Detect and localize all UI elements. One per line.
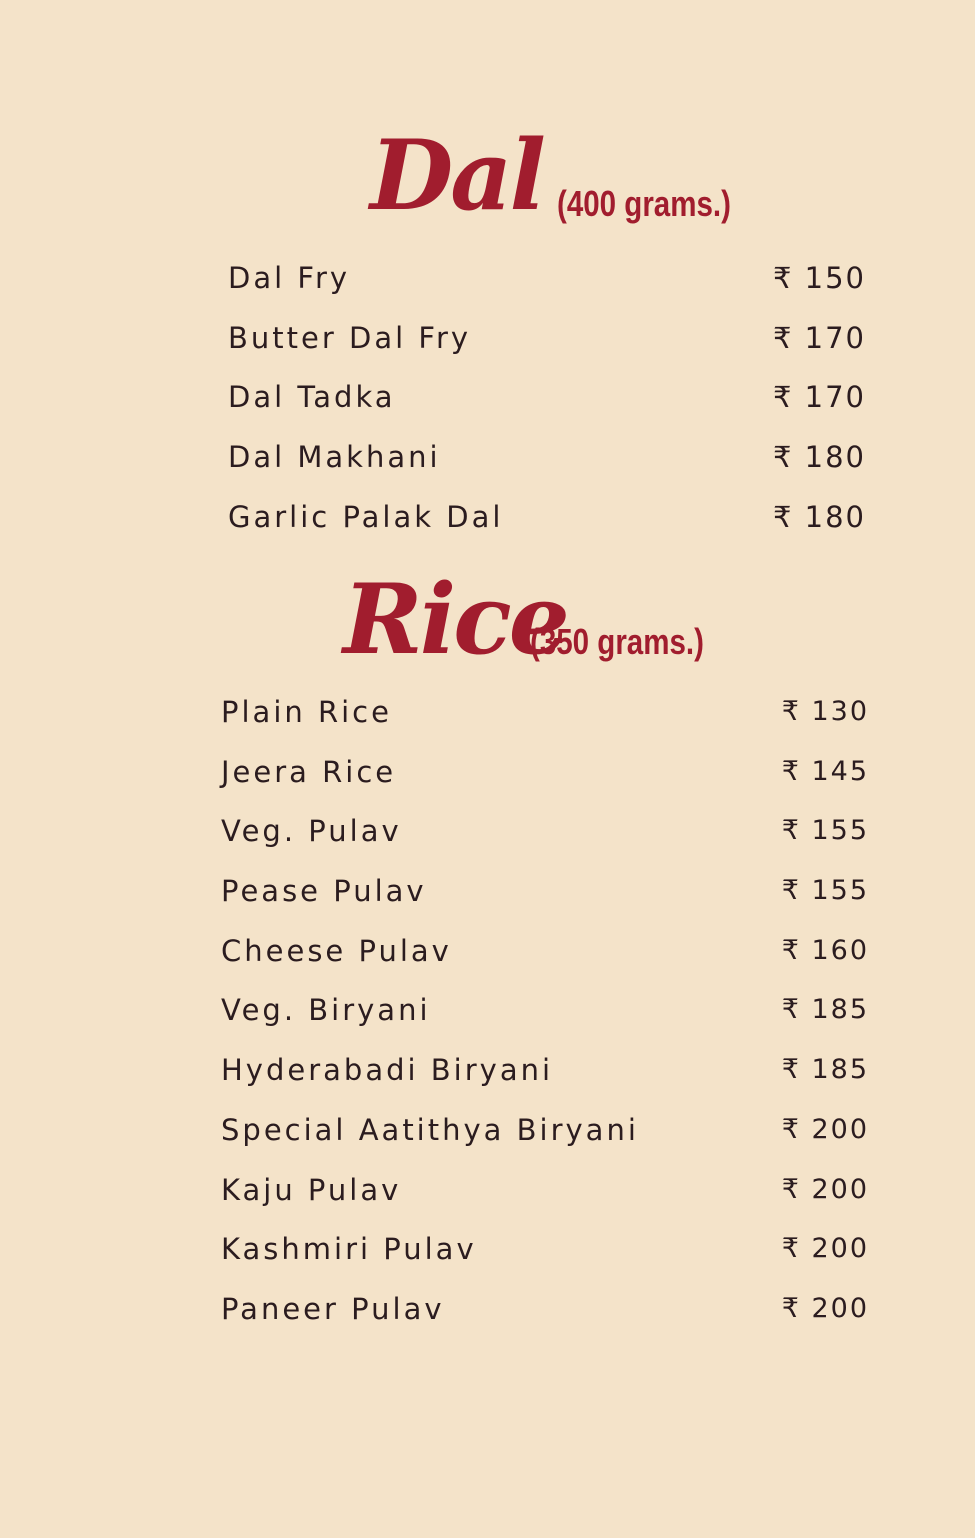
item-name: Dal Fry	[228, 261, 351, 295]
item-price: ₹ 180	[772, 499, 866, 534]
dal-weight: (400 grams.)	[557, 183, 731, 224]
menu-item: Dal Makhani ₹ 180	[228, 440, 866, 500]
rice-section-heading: Rice (350 grams.)	[0, 566, 975, 676]
item-name: Kashmiri Pulav	[221, 1232, 477, 1267]
item-name: Dal Makhani	[228, 440, 441, 475]
menu-item: Butter Dal Fry ₹ 170	[228, 321, 866, 381]
item-name: Cheese Pulav	[221, 933, 452, 968]
item-price: ₹ 155	[781, 875, 869, 907]
item-price: ₹ 185	[781, 1054, 869, 1086]
item-price: ₹ 170	[772, 380, 866, 415]
rice-weight: (350 grams.)	[530, 621, 704, 662]
menu-item: Dal Fry ₹ 150	[228, 261, 866, 321]
item-price: ₹ 155	[781, 815, 869, 847]
item-name: Special Aatithya Biryani	[221, 1112, 639, 1147]
menu-item: Kaju Pulav ₹ 200	[221, 1173, 869, 1233]
item-name: Butter Dal Fry	[228, 320, 472, 355]
menu-item: Garlic Palak Dal ₹ 180	[228, 500, 866, 560]
menu-item: Veg. Pulav ₹ 155	[221, 814, 869, 874]
menu-item: Kashmiri Pulav ₹ 200	[221, 1232, 869, 1292]
item-price: ₹ 185	[781, 994, 869, 1026]
menu-item: Cheese Pulav ₹ 160	[221, 934, 869, 994]
item-name: Garlic Palak Dal	[228, 499, 504, 534]
dal-title: Dal	[370, 119, 546, 232]
item-price: ₹ 180	[772, 440, 866, 475]
item-price: ₹ 200	[781, 1292, 869, 1324]
item-name: Plain Rice	[221, 695, 392, 729]
menu-item: Special Aatithya Biryani ₹ 200	[221, 1113, 869, 1173]
dal-menu-list: Dal Fry ₹ 150 Butter Dal Fry ₹ 170 Dal T…	[228, 261, 866, 559]
menu-item: Pease Pulav ₹ 155	[221, 874, 869, 934]
item-price: ₹ 145	[781, 755, 869, 787]
item-price: ₹ 200	[781, 1233, 869, 1265]
menu-item: Veg. Biryani ₹ 185	[221, 993, 869, 1053]
menu-item: Plain Rice ₹ 130	[221, 695, 869, 755]
menu-item: Jeera Rice ₹ 145	[221, 755, 869, 815]
item-price: ₹ 200	[781, 1173, 869, 1205]
item-price: ₹ 200	[781, 1113, 869, 1145]
item-price: ₹ 130	[781, 696, 869, 727]
item-name: Veg. Pulav	[221, 814, 402, 849]
item-name: Dal Tadka	[228, 380, 396, 415]
item-price: ₹ 170	[772, 320, 866, 355]
item-price: ₹ 160	[781, 934, 869, 966]
item-name: Jeera Rice	[221, 754, 397, 789]
menu-item: Hyderabadi Biryani ₹ 185	[221, 1053, 869, 1113]
rice-menu-list: Plain Rice ₹ 130 Jeera Rice ₹ 145 Veg. P…	[221, 695, 869, 1352]
dal-section-heading: Dal (400 grams.)	[0, 120, 975, 230]
item-name: Pease Pulav	[221, 874, 427, 909]
item-name: Paneer Pulav	[221, 1291, 445, 1326]
menu-item: Dal Tadka ₹ 170	[228, 380, 866, 440]
menu-item: Paneer Pulav ₹ 200	[221, 1292, 869, 1352]
item-name: Hyderabadi Biryani	[221, 1053, 554, 1088]
item-price: ₹ 150	[772, 261, 866, 295]
item-name: Veg. Biryani	[221, 993, 431, 1028]
item-name: Kaju Pulav	[221, 1172, 402, 1207]
